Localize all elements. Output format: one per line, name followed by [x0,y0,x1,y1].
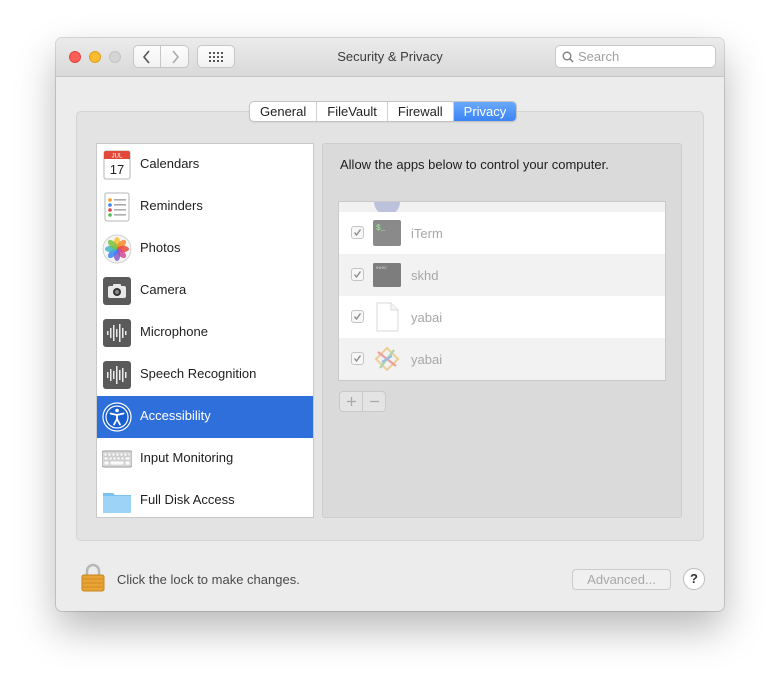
sidebar-item-label: Microphone [140,324,208,339]
microphone-icon [103,319,131,347]
svg-text:JUL: JUL [112,154,123,160]
sidebar-item-label: Accessibility [140,408,211,423]
lock-message: Click the lock to make changes. [117,572,300,587]
app-list[interactable]: $_ iTerm exec skhd yabai yabai [338,201,666,381]
tab-firewall[interactable]: Firewall [388,102,454,121]
app-name: skhd [411,268,439,283]
tab-general[interactable]: General [250,102,318,121]
sidebar-item-calendars[interactable]: JUL 17 Calendars [97,144,313,186]
accessibility-icon [102,402,132,432]
add-app-button[interactable] [340,392,363,411]
app-name: yabai [411,352,443,367]
privacy-category-list: JUL 17 Calendars Reminders Photos Camera… [96,143,314,518]
sidebar-item-reminders[interactable]: Reminders [97,186,313,228]
list-item-yabai-2[interactable]: yabai [339,338,665,380]
sidebar-item-accessibility[interactable]: Accessibility [97,396,313,438]
checkmark-icon [353,271,362,279]
camera-icon [103,277,131,305]
sidebar-item-label: Calendars [140,156,200,171]
panel-description: Allow the apps below to control your com… [340,157,609,172]
app-icon [374,202,400,212]
terminal-exec-icon: exec [373,263,401,287]
sidebar-item-label: Camera [140,282,187,297]
list-item [339,202,665,212]
app-checkbox[interactable] [351,310,364,323]
app-checkbox[interactable] [351,352,364,365]
lock-icon[interactable] [81,562,105,592]
app-name: iTerm [411,226,443,241]
svg-text:exec: exec [376,266,387,271]
app-name: yabai [411,310,443,325]
svg-text:$_: $_ [376,224,386,233]
security-privacy-window: Security & Privacy General FileVault Fir… [56,38,724,611]
sidebar-item-full-disk-access[interactable]: Full Disk Access [97,480,313,517]
help-button[interactable]: ? [683,568,705,590]
search-icon [562,51,574,63]
sidebar-item-label: Input Monitoring [140,450,234,465]
tab-privacy[interactable]: Privacy [453,102,517,121]
tab-filevault[interactable]: FileVault [317,102,388,121]
checkmark-icon [353,313,362,321]
sidebar-item-label: Reminders [140,198,203,213]
svg-text:17: 17 [110,162,124,177]
checkmark-icon [353,229,362,237]
iterm-icon: $_ [373,220,401,246]
remove-app-button[interactable] [363,392,385,411]
search-field[interactable] [555,45,716,68]
list-item-skhd[interactable]: exec skhd [339,254,665,296]
sidebar-item-speech-recognition[interactable]: Speech Recognition [97,354,313,396]
document-icon [376,302,399,332]
checkmark-icon [353,355,362,363]
sidebar-item-photos[interactable]: Photos [97,228,313,270]
app-checkbox[interactable] [351,268,364,281]
accessibility-panel: Allow the apps below to control your com… [322,143,682,518]
list-item-yabai[interactable]: yabai [339,296,665,338]
title-bar: Security & Privacy [56,38,724,77]
photos-icon [102,234,132,264]
yabai-icon [374,346,400,372]
sidebar-item-label: Speech Recognition [140,366,257,381]
advanced-button[interactable]: Advanced... [572,569,671,590]
sidebar-item-camera[interactable]: Camera [97,270,313,312]
reminders-icon [104,192,130,222]
list-item-iterm[interactable]: $_ iTerm [339,212,665,254]
add-remove-control [339,391,386,412]
sidebar-item-label: Photos [140,240,181,255]
sidebar-item-input-monitoring[interactable]: Input Monitoring [97,438,313,480]
calendar-icon: JUL 17 [103,150,131,180]
search-input[interactable] [578,48,710,65]
tab-bar: General FileVault Firewall Privacy [249,101,518,122]
sidebar-item-microphone[interactable]: Microphone [97,312,313,354]
minus-icon [369,400,379,403]
folder-icon [103,493,131,513]
app-checkbox[interactable] [351,226,364,239]
sidebar-item-label: Full Disk Access [140,492,235,507]
plus-icon [346,397,356,406]
speech-recognition-icon [103,361,131,389]
keyboard-icon [102,450,132,468]
